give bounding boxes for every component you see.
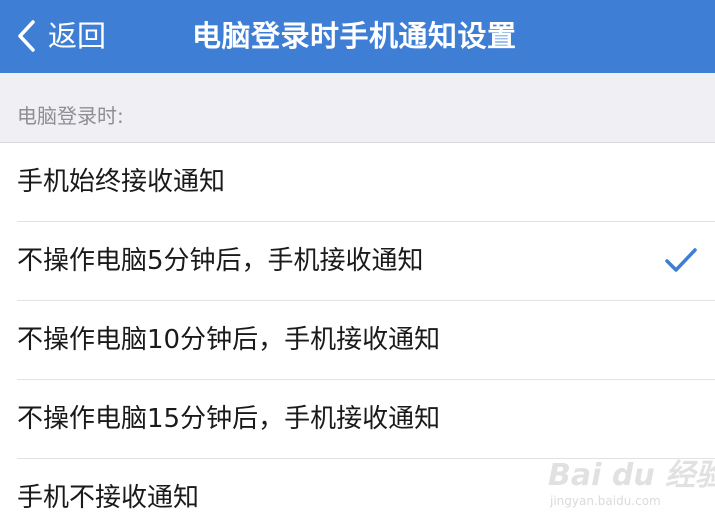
option-never-notify[interactable]: 手机不接收通知 bbox=[0, 459, 715, 527]
chevron-left-icon bbox=[14, 18, 38, 54]
navigation-bar: 返回 电脑登录时手机通知设置 bbox=[0, 0, 715, 73]
option-label: 手机不接收通知 bbox=[17, 483, 200, 513]
section-header: 电脑登录时: bbox=[0, 73, 715, 143]
option-always-notify[interactable]: 手机始终接收通知 bbox=[0, 143, 715, 222]
back-label: 返回 bbox=[48, 19, 107, 53]
checkmark-icon bbox=[664, 246, 698, 276]
option-label: 手机始终接收通知 bbox=[17, 167, 226, 197]
option-after-5-min[interactable]: 不操作电脑5分钟后，手机接收通知 bbox=[0, 222, 715, 301]
option-label: 不操作电脑5分钟后，手机接收通知 bbox=[17, 246, 424, 276]
notification-options-list: 手机始终接收通知 不操作电脑5分钟后，手机接收通知 不操作电脑10分钟后，手机接… bbox=[0, 143, 715, 527]
back-button[interactable]: 返回 bbox=[14, 14, 106, 58]
option-after-10-min[interactable]: 不操作电脑10分钟后，手机接收通知 bbox=[0, 301, 715, 380]
option-after-15-min[interactable]: 不操作电脑15分钟后，手机接收通知 bbox=[0, 380, 715, 459]
option-label: 不操作电脑15分钟后，手机接收通知 bbox=[17, 404, 441, 434]
section-header-label: 电脑登录时: bbox=[17, 104, 124, 128]
settings-screen: 返回 电脑登录时手机通知设置 电脑登录时: 手机始终接收通知 不操作电脑5分钟后… bbox=[0, 0, 715, 527]
option-label: 不操作电脑10分钟后，手机接收通知 bbox=[17, 325, 441, 355]
page-title: 电脑登录时手机通知设置 bbox=[192, 19, 517, 53]
